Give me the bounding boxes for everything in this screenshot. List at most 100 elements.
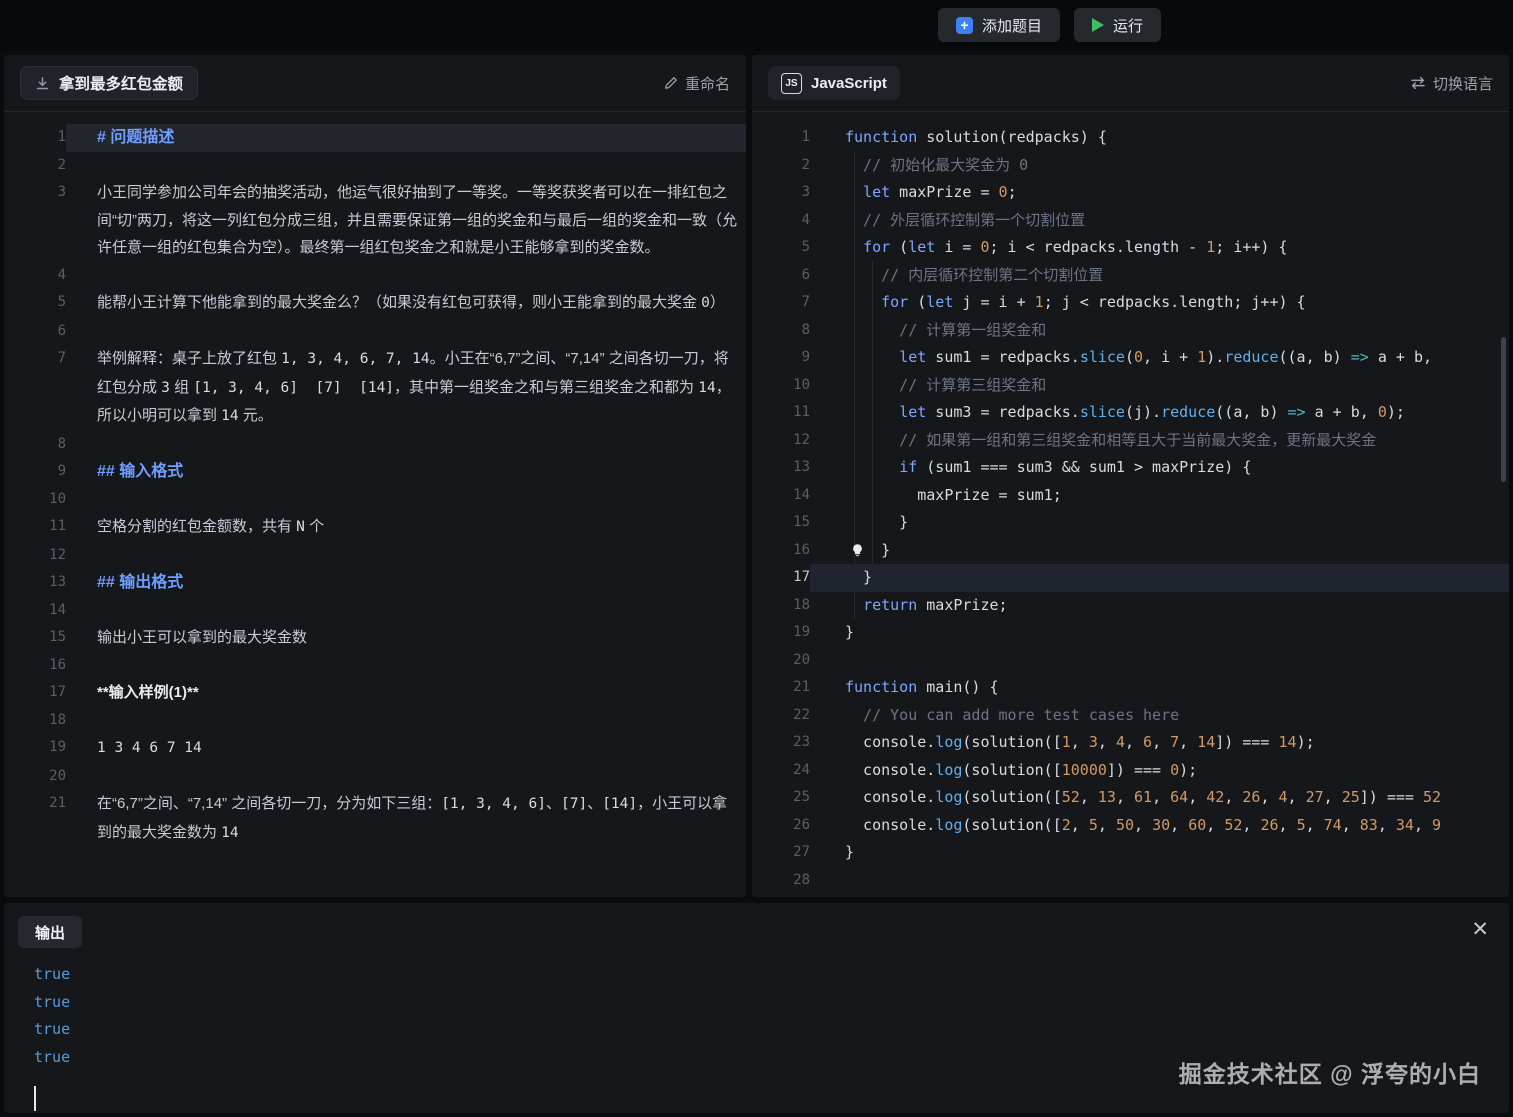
markdown-line-text[interactable]: 能帮小王计算下他能拿到的最大奖金么？（如果没有红包可获得，则小王能拿到的最大奖金… (66, 289, 746, 318)
markdown-line-text[interactable]: 输出小王可以拿到的最大奖金数 (66, 624, 746, 652)
code-line-text[interactable]: // 内层循环控制第二个切割位置 (810, 262, 1509, 290)
code-line[interactable]: 15 } (752, 509, 1509, 537)
code-line[interactable]: 3 let maxPrize = 0; (752, 179, 1509, 207)
markdown-line-text[interactable] (66, 707, 746, 735)
code-line-text[interactable]: console.log(solution([10000]) === 0); (810, 757, 1509, 785)
markdown-line-text[interactable] (66, 652, 746, 680)
code-line-text[interactable]: } (810, 537, 1509, 565)
code-line[interactable]: 6 // 内层循环控制第二个切割位置 (752, 262, 1509, 290)
code-line[interactable]: 20 (752, 647, 1509, 675)
code-line-text[interactable]: // You can add more test cases here (810, 702, 1509, 730)
markdown-line-text[interactable]: 举例解释：桌子上放了红包 1, 3, 4, 6, 7, 14。小王在“6,7”之… (66, 345, 746, 431)
lightbulb-icon[interactable] (850, 543, 866, 559)
code-line[interactable]: 12 // 如果第一组和第三组奖金和相等且大于当前最大奖金，更新最大奖金 (752, 427, 1509, 455)
add-question-button[interactable]: + 添加题目 (938, 8, 1060, 42)
language-pill[interactable]: JS JavaScript (768, 66, 900, 100)
code-line-text[interactable]: maxPrize = sum1; (810, 482, 1509, 510)
code-line-text[interactable]: function main() { (810, 674, 1509, 702)
code-line-text[interactable]: function solution(redpacks) { (810, 124, 1509, 152)
markdown-line[interactable]: 13## 输出格式 (4, 569, 746, 597)
code-line[interactable]: 14 maxPrize = sum1; (752, 482, 1509, 510)
markdown-line[interactable]: 12 (4, 542, 746, 570)
code-line-text[interactable] (810, 647, 1509, 675)
code-line-text[interactable]: console.log(solution([52, 13, 61, 64, 42… (810, 784, 1509, 812)
code-editor[interactable]: 1function solution(redpacks) {2 // 初始化最大… (752, 112, 1509, 897)
markdown-line-text[interactable] (66, 486, 746, 514)
markdown-line-text[interactable] (66, 542, 746, 570)
code-line-text[interactable]: } (810, 619, 1509, 647)
code-line-text[interactable]: return maxPrize; (810, 592, 1509, 620)
code-line-text[interactable]: if (sum1 === sum3 && sum1 > maxPrize) { (810, 454, 1509, 482)
markdown-line[interactable]: 2 (4, 152, 746, 180)
code-line-text[interactable]: let sum3 = redpacks.slice(j).reduce((a, … (810, 399, 1509, 427)
editor-scrollbar[interactable] (1501, 337, 1506, 482)
code-line[interactable]: 1function solution(redpacks) { (752, 124, 1509, 152)
markdown-line[interactable]: 14 (4, 597, 746, 625)
markdown-line[interactable]: 6 (4, 318, 746, 346)
code-line[interactable]: 5 for (let i = 0; i < redpacks.length - … (752, 234, 1509, 262)
markdown-line[interactable]: 8 (4, 431, 746, 459)
code-line[interactable]: 17 } (752, 564, 1509, 592)
markdown-editor[interactable]: 1# 问题描述23小王同学参加公司年会的抽奖活动，他运气很好抽到了一等奖。一等奖… (4, 112, 746, 897)
close-icon[interactable]: ✕ (1471, 919, 1489, 940)
code-line-text[interactable]: console.log(solution([1, 3, 4, 6, 7, 14]… (810, 729, 1509, 757)
code-line-text[interactable]: for (let i = 0; i < redpacks.length - 1;… (810, 234, 1509, 262)
markdown-line[interactable]: 4 (4, 262, 746, 290)
code-line[interactable]: 11 let sum3 = redpacks.slice(j).reduce((… (752, 399, 1509, 427)
code-line[interactable]: 10 // 计算第三组奖金和 (752, 372, 1509, 400)
code-line[interactable]: 28 (752, 867, 1509, 895)
code-line[interactable]: 21function main() { (752, 674, 1509, 702)
code-line[interactable]: 4 // 外层循环控制第一个切割位置 (752, 207, 1509, 235)
code-line[interactable]: 9 let sum1 = redpacks.slice(0, i + 1).re… (752, 344, 1509, 372)
markdown-line-text[interactable]: ## 输入格式 (66, 458, 746, 486)
code-line-text[interactable]: console.log(solution([2, 5, 50, 30, 60, … (810, 812, 1509, 840)
markdown-line[interactable]: 11空格分割的红包金额数，共有 N 个 (4, 513, 746, 542)
code-line-text[interactable]: // 如果第一组和第三组奖金和相等且大于当前最大奖金，更新最大奖金 (810, 427, 1509, 455)
code-line-text[interactable]: for (let j = i + 1; j < redpacks.length;… (810, 289, 1509, 317)
markdown-line[interactable]: 10 (4, 486, 746, 514)
markdown-line-text[interactable]: 1 3 4 6 7 14 (66, 734, 746, 763)
code-line-text[interactable]: let sum1 = redpacks.slice(0, i + 1).redu… (810, 344, 1509, 372)
markdown-line[interactable]: 20 (4, 763, 746, 791)
markdown-line[interactable]: 191 3 4 6 7 14 (4, 734, 746, 763)
markdown-line-text[interactable]: **输入样例(1)** (66, 679, 746, 707)
markdown-line-text[interactable] (66, 431, 746, 459)
code-line-text[interactable]: } (810, 839, 1509, 867)
markdown-line[interactable]: 9## 输入格式 (4, 458, 746, 486)
tab-output[interactable]: 输出 (18, 916, 82, 948)
markdown-line-text[interactable] (66, 152, 746, 180)
markdown-line[interactable]: 15输出小王可以拿到的最大奖金数 (4, 624, 746, 652)
code-line[interactable]: 7 for (let j = i + 1; j < redpacks.lengt… (752, 289, 1509, 317)
code-line[interactable]: 18 return maxPrize; (752, 592, 1509, 620)
code-line[interactable]: 8 // 计算第一组奖金和 (752, 317, 1509, 345)
markdown-line[interactable]: 17**输入样例(1)** (4, 679, 746, 707)
problem-title-pill[interactable]: 拿到最多红包金额 (20, 66, 198, 100)
markdown-line[interactable]: 3小王同学参加公司年会的抽奖活动，他运气很好抽到了一等奖。一等奖获奖者可以在一排… (4, 179, 746, 262)
markdown-line-text[interactable] (66, 597, 746, 625)
code-line-text[interactable]: // 初始化最大奖金为 0 (810, 152, 1509, 180)
markdown-line[interactable]: 5能帮小王计算下他能拿到的最大奖金么？（如果没有红包可获得，则小王能拿到的最大奖… (4, 289, 746, 318)
run-button[interactable]: 运行 (1074, 8, 1161, 42)
markdown-line[interactable]: 1# 问题描述 (4, 124, 746, 152)
markdown-line-text[interactable]: 在“6,7”之间、“7,14” 之间各切一刀，分为如下三组：[1, 3, 4, … (66, 790, 746, 847)
markdown-line[interactable]: 18 (4, 707, 746, 735)
code-line[interactable]: 13 if (sum1 === sum3 && sum1 > maxPrize)… (752, 454, 1509, 482)
code-line-text[interactable]: } (810, 564, 1509, 592)
code-line-text[interactable]: // 外层循环控制第一个切割位置 (810, 207, 1509, 235)
rename-button[interactable]: 重命名 (664, 73, 730, 94)
code-line-text[interactable]: let maxPrize = 0; (810, 179, 1509, 207)
markdown-line[interactable]: 16 (4, 652, 746, 680)
code-line-text[interactable] (810, 867, 1509, 895)
markdown-line[interactable]: 7举例解释：桌子上放了红包 1, 3, 4, 6, 7, 14。小王在“6,7”… (4, 345, 746, 431)
markdown-line-text[interactable]: ## 输出格式 (66, 569, 746, 597)
markdown-line[interactable]: 21在“6,7”之间、“7,14” 之间各切一刀，分为如下三组：[1, 3, 4… (4, 790, 746, 847)
switch-language-button[interactable]: 切换语言 (1410, 73, 1493, 94)
code-line[interactable]: 24 console.log(solution([10000]) === 0); (752, 757, 1509, 785)
markdown-line-text[interactable] (66, 262, 746, 290)
code-line[interactable]: 2 // 初始化最大奖金为 0 (752, 152, 1509, 180)
code-line-text[interactable]: } (810, 509, 1509, 537)
markdown-line-text[interactable]: 空格分割的红包金额数，共有 N 个 (66, 513, 746, 542)
code-line[interactable]: 16 } (752, 537, 1509, 565)
code-line-text[interactable]: // 计算第三组奖金和 (810, 372, 1509, 400)
code-line-text[interactable]: // 计算第一组奖金和 (810, 317, 1509, 345)
